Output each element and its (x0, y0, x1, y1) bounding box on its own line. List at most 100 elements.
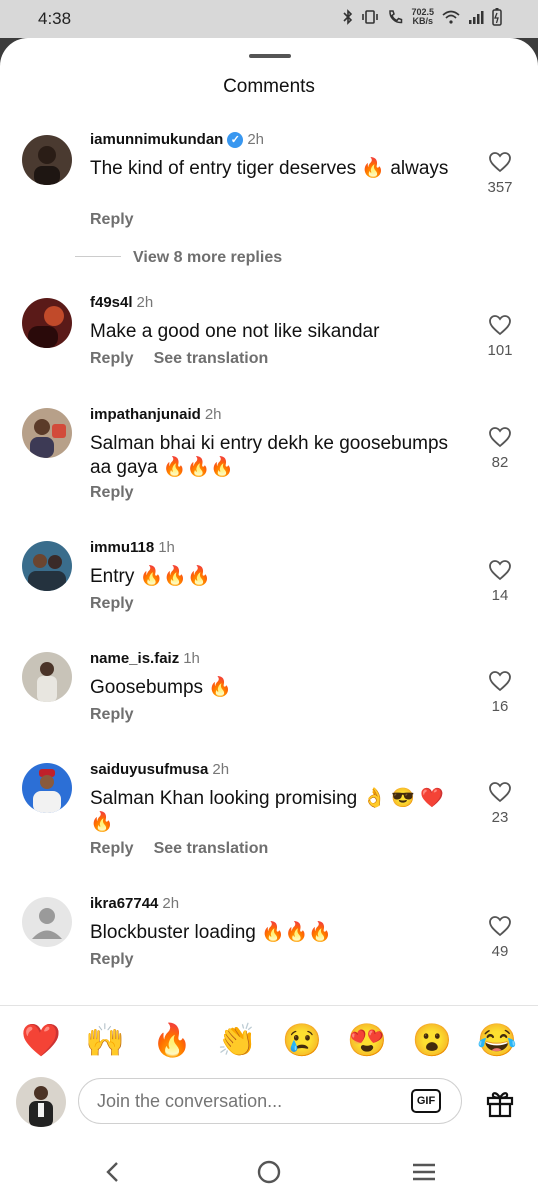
like-count: 49 (491, 943, 509, 960)
comment-composer[interactable]: GIF (78, 1078, 462, 1124)
like-count: 357 (487, 179, 513, 196)
heart-outline-icon (489, 427, 511, 448)
drag-handle[interactable] (249, 54, 291, 58)
nav-recents-icon (413, 1163, 435, 1181)
avatar[interactable] (22, 897, 72, 947)
verified-badge-icon: ✓ (227, 132, 244, 148)
nav-back-icon (106, 1162, 118, 1182)
comment-text: Salman Khan looking promising 👌 😎 ❤️ 🔥 (90, 788, 445, 833)
gif-button[interactable]: GIF (411, 1089, 441, 1113)
sheet-title: Comments (223, 76, 315, 97)
comment-input[interactable] (97, 1091, 387, 1112)
emoji-bar-divider (0, 1005, 538, 1006)
view-more-replies[interactable]: View 8 more replies (75, 249, 282, 267)
like-button[interactable]: 14 (482, 559, 518, 604)
bluetooth-icon (343, 9, 353, 25)
emoji-raised-hands[interactable]: 🙌 (85, 1020, 125, 1060)
like-button[interactable]: 49 (482, 915, 518, 960)
comment-text: Make a good one not like sikandar (90, 321, 380, 342)
net-speed: 702.5 KB/s (411, 7, 434, 26)
emoji-surprised[interactable]: 😮 (412, 1020, 452, 1060)
see-translation-button[interactable]: See translation (154, 840, 269, 857)
comment-username[interactable]: immu118 (90, 539, 154, 556)
heart-outline-icon (489, 782, 511, 803)
status-icons: 702.5 KB/s (343, 8, 502, 26)
emoji-heart[interactable]: ❤️ (21, 1020, 61, 1060)
nav-recents-button[interactable] (394, 1144, 454, 1200)
like-button[interactable]: 101 (482, 314, 518, 359)
comment-username-line: f49s4l 2h (90, 294, 153, 311)
heart-outline-icon (489, 916, 511, 937)
heart-outline-icon (489, 671, 511, 692)
reply-button[interactable]: Reply (90, 706, 134, 723)
like-count: 16 (491, 698, 509, 715)
avatar[interactable] (22, 298, 72, 348)
comment-actions: Reply (90, 951, 154, 969)
status-time: 4:38 (38, 9, 72, 28)
comment-username[interactable]: ikra67744 (90, 895, 158, 912)
emoji-fire[interactable]: 🔥 (152, 1020, 192, 1060)
like-button[interactable]: 23 (482, 781, 518, 826)
reply-button[interactable]: Reply (90, 211, 134, 228)
comment-actions: Reply (90, 706, 154, 724)
like-count: 14 (491, 587, 509, 604)
emoji-clap[interactable]: 👏 (217, 1020, 257, 1060)
comment-text: Blockbuster loading 🔥🔥🔥 (90, 922, 333, 943)
battery-icon (492, 8, 502, 26)
nav-back-button[interactable] (83, 1144, 143, 1200)
avatar[interactable] (22, 408, 72, 458)
vibrate-icon (362, 10, 379, 24)
comment-time: 2h (162, 895, 180, 912)
status-bar: 4:38 702.5 KB/s (0, 0, 538, 38)
comment-actions: Reply (90, 595, 154, 613)
see-translation-button[interactable]: See translation (154, 350, 269, 367)
emoji-reaction-bar: ❤️ 🙌 🔥 👏 😢 😍 😮 😂 (0, 1020, 538, 1062)
avatar[interactable] (22, 135, 72, 185)
comment-username-line: saiduyusufmusa 2h (90, 761, 229, 778)
comment-time: 2h (136, 294, 154, 311)
avatar[interactable] (22, 652, 72, 702)
heart-outline-icon (489, 315, 511, 336)
current-user-avatar (16, 1077, 66, 1127)
comment-actions: Reply (90, 484, 154, 502)
comment-time: 2h (247, 131, 265, 148)
reply-button[interactable]: Reply (90, 840, 134, 857)
reply-button[interactable]: Reply (90, 484, 134, 501)
comment-username[interactable]: name_is.faiz (90, 650, 179, 667)
comment-username[interactable]: impathanjunaid (90, 406, 201, 423)
comment-text: The kind of entry tiger deserves 🔥 alway… (90, 158, 449, 179)
comment-time: 1h (183, 650, 200, 667)
nav-home-button[interactable] (239, 1144, 299, 1200)
comment-username-line: name_is.faiz 1h (90, 650, 200, 667)
reply-button[interactable]: Reply (90, 951, 134, 968)
like-button[interactable]: 16 (482, 670, 518, 715)
comment-time: 2h (212, 761, 230, 778)
avatar[interactable] (22, 541, 72, 591)
emoji-laughing[interactable]: 😂 (477, 1020, 517, 1060)
comment-username[interactable]: saiduyusufmusa (90, 761, 208, 778)
like-button[interactable]: 357 (482, 151, 518, 196)
like-button[interactable]: 82 (482, 426, 518, 471)
comment-actions: Reply See translation (90, 840, 288, 858)
like-count: 82 (491, 454, 509, 471)
avatar[interactable] (22, 763, 72, 813)
call-icon (389, 10, 403, 24)
comment-username[interactable]: iamunnimukundan (90, 131, 223, 148)
reply-button[interactable]: Reply (90, 595, 134, 612)
comment-text: Salman bhai ki entry dekh ke goosebumps … (90, 433, 449, 478)
like-count: 23 (491, 809, 509, 826)
system-nav-bar (0, 1144, 538, 1200)
comment-username-line: impathanjunaid 2h (90, 406, 222, 423)
heart-outline-icon (489, 560, 511, 581)
like-count: 101 (487, 342, 513, 359)
emoji-crying[interactable]: 😢 (282, 1020, 322, 1060)
comment-actions: Reply (90, 211, 154, 229)
reply-button[interactable]: Reply (90, 350, 134, 367)
comment-username[interactable]: f49s4l (90, 294, 133, 311)
emoji-heart-eyes[interactable]: 😍 (347, 1020, 387, 1060)
comment-username-line: iamunnimukundan ✓ 2h (90, 131, 264, 148)
gift-icon[interactable] (484, 1087, 516, 1119)
comment-actions: Reply See translation (90, 350, 288, 368)
signal-icon (469, 11, 484, 24)
comment-text: Goosebumps 🔥 (90, 677, 232, 698)
